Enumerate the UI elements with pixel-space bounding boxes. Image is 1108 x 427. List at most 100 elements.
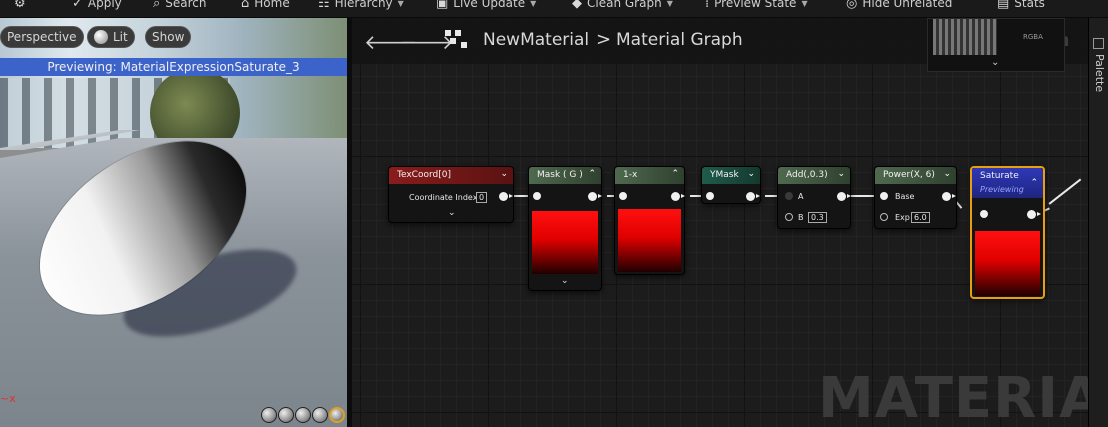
previewing-label: Previewing	[980, 185, 1024, 194]
hierarchy-icon: ☷	[318, 0, 330, 11]
node-title: YMask	[710, 170, 739, 180]
stats-button[interactable]: ▤ Stats	[997, 0, 1045, 13]
node-saturate[interactable]: Saturate ⌃ Previewing	[970, 166, 1045, 299]
preview-state-button[interactable]: ⁞ Preview State ▼	[705, 0, 808, 13]
chevron-down-icon: ▼	[666, 0, 673, 8]
node-title: Power(X, 6)	[883, 170, 935, 180]
lit-icon	[94, 30, 108, 44]
chevron-down-icon[interactable]: ⌄	[837, 169, 845, 179]
input-pin[interactable]	[619, 192, 627, 200]
channel-label: RGBA	[1023, 33, 1043, 41]
previewing-banner: Previewing: MaterialExpressionSaturate_3	[0, 58, 347, 76]
axis-gizmo: ~x	[0, 392, 16, 405]
output-pin[interactable]	[942, 192, 956, 201]
node-preview-swatch	[532, 211, 598, 274]
node-preview-swatch	[618, 209, 681, 272]
breadcrumb-separator: >	[596, 29, 612, 50]
chevron-down-icon[interactable]: ⌄	[991, 57, 999, 68]
node-title: Add(,0.3)	[786, 170, 828, 180]
main-toolbar: ⚙ ✓ Apply ⌕ Search ⌂ Home ☷ Hierarchy ▼ ▣ Live…	[0, 0, 1108, 18]
output-pin[interactable]	[1027, 210, 1041, 219]
chevron-down-icon[interactable]: ⌄	[943, 169, 951, 179]
preview-image	[933, 19, 997, 55]
live-update-button[interactable]: ▣ Live Update ▼	[436, 0, 536, 13]
preview-state-icon: ⁞	[705, 0, 710, 11]
chevron-up-icon[interactable]: ⌃	[671, 169, 679, 179]
chevron-up-icon[interactable]: ⌃	[588, 169, 596, 179]
node-title: Mask ( G )	[537, 170, 583, 180]
node-title: TexCoord[0]	[397, 170, 451, 180]
hide-unrelated-button[interactable]: ◎ Hide Unrelated	[846, 0, 952, 13]
home-icon: ⌂	[241, 0, 250, 11]
pin-label: B	[798, 213, 804, 222]
lit-button[interactable]: Lit	[87, 26, 135, 48]
toolbar-gear-button[interactable]: ⚙	[14, 0, 26, 13]
perspective-button[interactable]: Perspective	[0, 26, 84, 48]
sphere-shape-icon[interactable]	[278, 407, 294, 423]
preview-viewport[interactable]: Perspective Lit Show Previewing: Materia…	[0, 18, 347, 427]
node-title: Saturate	[980, 171, 1019, 181]
pin-label: Coordinate Index	[409, 193, 478, 202]
node-title: 1-x	[623, 170, 638, 180]
show-button[interactable]: Show	[145, 26, 192, 48]
output-pin[interactable]	[746, 192, 760, 201]
home-button[interactable]: ⌂ Home	[241, 0, 290, 13]
exp-value-field[interactable]: 6.0	[911, 212, 930, 223]
input-pin-base[interactable]	[880, 192, 888, 200]
output-pin[interactable]	[499, 192, 513, 201]
pin-label: Base	[895, 192, 915, 201]
graph-icon	[445, 30, 469, 52]
graph-watermark: MATERIAL	[818, 366, 1088, 427]
cylinder-shape-icon[interactable]	[261, 407, 277, 423]
cube-shape-icon[interactable]	[312, 407, 328, 423]
node-one-minus[interactable]: 1-x ⌃	[614, 166, 685, 275]
material-graph-canvas[interactable]: 🡐 🡒 NewMaterial > Material Graph Zoom -3…	[352, 18, 1088, 427]
wire	[1048, 178, 1081, 205]
node-add[interactable]: Add(,0.3) ⌄ A B 0.3	[777, 166, 851, 229]
input-pin[interactable]	[706, 192, 714, 200]
search-icon: ⌕	[153, 0, 161, 11]
breadcrumb-root[interactable]: NewMaterial	[483, 30, 589, 50]
hierarchy-button[interactable]: ☷ Hierarchy ▼	[318, 0, 404, 13]
input-pin-exp[interactable]	[880, 213, 888, 221]
output-pin[interactable]	[588, 192, 602, 201]
node-texcoord[interactable]: TexCoord[0] ⌄ Coordinate Index 0 ⌄	[388, 166, 514, 223]
chevron-down-icon: ▼	[530, 0, 537, 8]
clean-graph-button[interactable]: ◆ Clean Graph ▼	[572, 0, 673, 13]
clean-graph-icon: ◆	[572, 0, 582, 11]
chevron-up-icon[interactable]: ⌃	[1030, 178, 1038, 188]
chevron-down-icon[interactable]: ⌄	[747, 169, 755, 179]
chevron-down-icon[interactable]: ⌄	[500, 169, 508, 179]
input-pin-b[interactable]	[785, 213, 793, 221]
apply-icon: ✓	[72, 0, 83, 11]
gear-icon: ⚙	[14, 0, 26, 11]
input-pin[interactable]	[980, 210, 988, 218]
chevron-down-icon: ▼	[397, 0, 404, 8]
palette-icon	[1093, 38, 1104, 49]
b-value-field[interactable]: 0.3	[808, 212, 827, 223]
input-pin-a[interactable]	[785, 192, 793, 200]
palette-label: Palette	[1093, 54, 1106, 93]
hide-unrelated-icon: ◎	[846, 0, 858, 11]
chevron-down-icon[interactable]: ⌄	[448, 208, 456, 218]
stats-icon: ▤	[997, 0, 1010, 11]
input-pin[interactable]	[533, 192, 541, 200]
search-button[interactable]: ⌕ Search	[153, 0, 207, 13]
preview-shape-selector	[261, 407, 345, 423]
pin-label: A	[798, 192, 804, 201]
node-mask[interactable]: Mask ( G ) ⌃ ⌄	[528, 166, 602, 291]
live-update-icon: ▣	[436, 0, 449, 11]
apply-button[interactable]: ✓ Apply	[72, 0, 122, 13]
wire	[849, 195, 875, 197]
palette-tab[interactable]: Palette	[1088, 18, 1108, 427]
teapot-shape-icon[interactable]	[329, 407, 345, 423]
node-ymask[interactable]: YMask ⌄	[701, 166, 761, 204]
node-preview-swatch	[975, 231, 1040, 296]
pin-label: Exp	[895, 213, 910, 222]
plane-shape-icon[interactable]	[295, 407, 311, 423]
node-power[interactable]: Power(X, 6) ⌄ Base Exp 6.0	[874, 166, 957, 229]
output-pin[interactable]	[837, 192, 851, 201]
coordinate-index-field[interactable]: 0	[476, 192, 488, 203]
chevron-down-icon[interactable]: ⌄	[561, 276, 569, 286]
output-pin[interactable]	[671, 192, 685, 201]
